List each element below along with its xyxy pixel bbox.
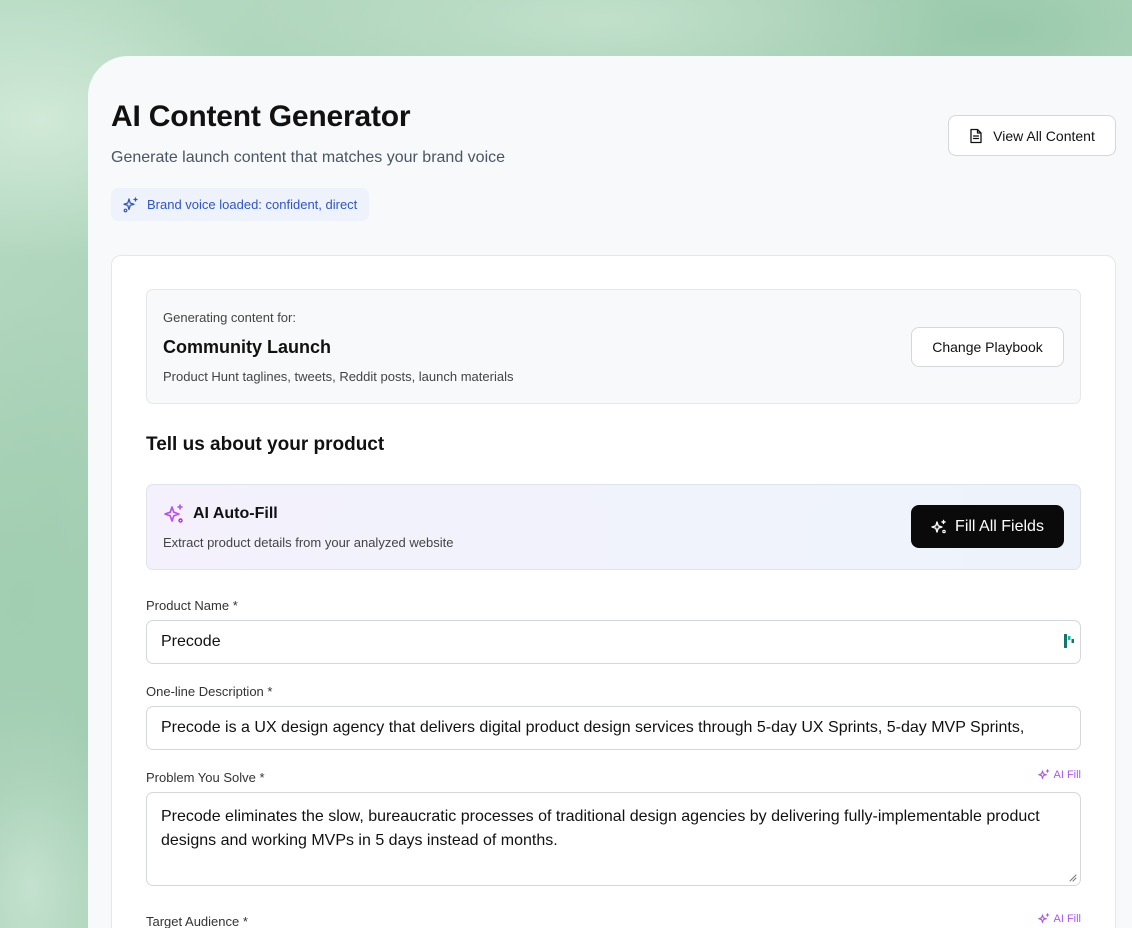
view-all-content-button[interactable]: View All Content — [948, 115, 1116, 156]
playbook-description: Product Hunt taglines, tweets, Reddit po… — [163, 369, 514, 384]
product-name-input[interactable]: Precode — [146, 620, 1081, 664]
description-label: One-line Description * — [146, 684, 273, 699]
page-title: AI Content Generator — [111, 100, 411, 133]
ai-autofill-title-text: AI Auto-Fill — [193, 505, 278, 522]
playbook-eyebrow: Generating content for: — [163, 310, 296, 325]
sparkles-icon — [931, 519, 947, 535]
brand-voice-text: Brand voice loaded: confident, direct — [147, 197, 358, 212]
ai-autofill-description: Extract product details from your analyz… — [163, 535, 454, 550]
extension-icon[interactable] — [1063, 633, 1075, 649]
sparkles-icon — [163, 503, 185, 525]
section-heading: Tell us about your product — [146, 434, 385, 455]
description-input[interactable]: Precode is a UX design agency that deliv… — [146, 706, 1081, 750]
brand-voice-badge: Brand voice loaded: confident, direct — [111, 188, 370, 221]
problem-label: Problem You Solve * — [146, 770, 265, 785]
fill-all-fields-label: Fill All Fields — [955, 517, 1044, 535]
audience-label: Target Audience * — [146, 914, 248, 928]
change-playbook-button[interactable]: Change Playbook — [911, 327, 1064, 367]
playbook-name: Community Launch — [163, 337, 332, 357]
audience-ai-fill-button[interactable]: AI Fill — [1037, 913, 1082, 925]
sparkles-icon — [123, 196, 139, 213]
ai-fill-label: AI Fill — [1053, 913, 1082, 925]
product-name-label: Product Name * — [146, 598, 238, 613]
view-all-content-label: View All Content — [993, 127, 1095, 144]
problem-text: Precode eliminates the slow, bureaucrati… — [161, 808, 1040, 849]
resize-handle-icon[interactable] — [1068, 873, 1077, 882]
document-icon — [969, 128, 983, 144]
page-subtitle: Generate launch content that matches you… — [111, 149, 506, 166]
problem-ai-fill-button[interactable]: AI Fill — [1037, 769, 1082, 781]
sparkles-icon — [1037, 913, 1050, 925]
fill-all-fields-button[interactable]: Fill All Fields — [911, 505, 1064, 548]
ai-autofill-title: AI Auto-Fill — [163, 503, 278, 525]
sparkles-icon — [1037, 769, 1050, 781]
problem-textarea[interactable]: Precode eliminates the slow, bureaucrati… — [146, 792, 1081, 886]
ai-fill-label: AI Fill — [1053, 769, 1082, 781]
